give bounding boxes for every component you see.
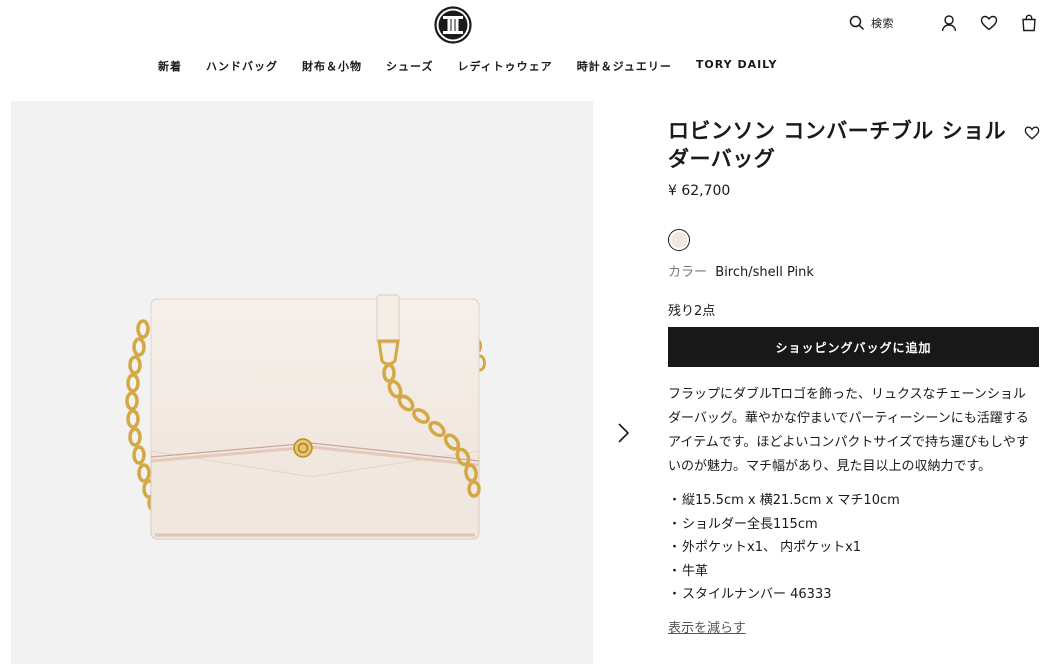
stock-status: 残り2点 xyxy=(668,304,716,319)
account-icon[interactable] xyxy=(940,14,958,32)
nav-item-shoes[interactable]: シューズ xyxy=(386,58,433,74)
nav-item-ready-to-wear[interactable]: レディトゥウェア xyxy=(457,58,552,74)
product-title: ロビンソン コンバーチブル ショルダーバッグ xyxy=(668,119,1007,171)
spec-item: ・牛革 xyxy=(668,563,709,579)
product-image-gallery[interactable] xyxy=(11,101,593,664)
nav-item-handbags[interactable]: ハンドバッグ xyxy=(206,58,278,74)
color-value: Birch/shell Pink xyxy=(715,265,814,280)
shopping-bag-icon[interactable] xyxy=(1020,14,1038,32)
color-swatch-birch[interactable] xyxy=(668,229,690,251)
product-price: ¥ 62,700 xyxy=(668,183,731,199)
color-info: カラー Birch/shell Pink xyxy=(668,261,1040,280)
add-to-bag-button[interactable]: ショッピングバッグに追加 xyxy=(668,327,1039,367)
chevron-right-icon xyxy=(618,423,630,443)
heart-icon[interactable] xyxy=(980,14,998,32)
spec-item: ・スタイルナンバー 46333 xyxy=(668,587,832,602)
spec-item: ・ショルダー全長115cm xyxy=(668,516,818,532)
product-specs: ・縦15.5cm x 横21.5cm x マチ10cm ・ショルダー全長115c… xyxy=(668,489,1040,607)
search-label: 検索 xyxy=(871,17,894,30)
main-nav: 新着 ハンドバッグ 財布＆小物 シューズ レディトゥウェア 時計＆ジュエリー T… xyxy=(158,58,801,74)
next-image-arrow[interactable] xyxy=(612,420,634,446)
color-label: カラー xyxy=(668,265,708,280)
tory-burch-logo[interactable] xyxy=(434,6,472,44)
nav-item-tory-daily[interactable]: TORY DAILY xyxy=(696,58,778,74)
search-button[interactable]: 検索 xyxy=(849,15,894,31)
spec-item: ・外ポケットx1、 内ポケットx1 xyxy=(668,540,862,555)
show-less-link[interactable]: 表示を減らす xyxy=(668,617,746,636)
spec-item: ・縦15.5cm x 横21.5cm x マチ10cm xyxy=(668,493,900,508)
product-description: フラップにダブルTロゴを飾った、リュクスなチェーンショルダーバッグ。華やかな佇ま… xyxy=(668,387,1029,474)
nav-item-new[interactable]: 新着 xyxy=(158,58,182,74)
utility-nav: 検索 xyxy=(849,14,1038,32)
product-image xyxy=(125,294,486,540)
search-icon xyxy=(849,15,865,31)
nav-item-wallets[interactable]: 財布＆小物 xyxy=(302,58,362,74)
product-details: ロビンソン コンバーチブル ショルダーバッグ ¥ 62,700 カラー Birc… xyxy=(668,117,1040,636)
nav-item-watches-jewelry[interactable]: 時計＆ジュエリー xyxy=(577,58,672,74)
site-header: 検索 新着 ハンドバッグ 財布＆小物 シューズ レディトゥウェア 時計＆ジュエリ… xyxy=(0,0,1056,100)
wishlist-heart-icon[interactable] xyxy=(1024,125,1040,141)
